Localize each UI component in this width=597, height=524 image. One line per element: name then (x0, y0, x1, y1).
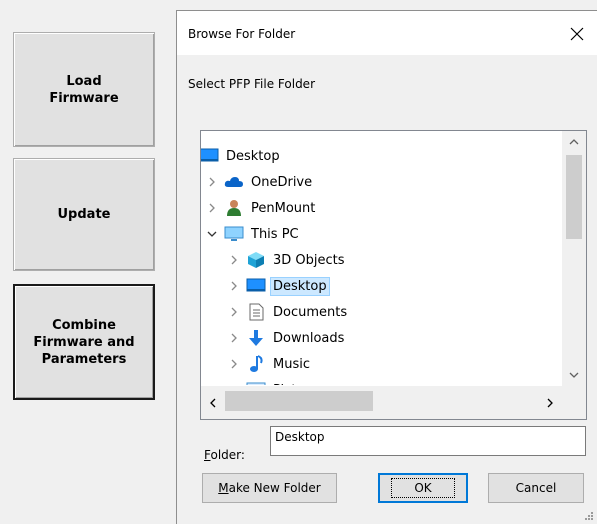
load-firmware-button[interactable]: Load Firmware (13, 32, 155, 147)
chevron-right-icon[interactable] (226, 382, 242, 385)
close-icon (570, 27, 584, 41)
folder-label: Folder: (204, 448, 245, 462)
scroll-up-button[interactable] (562, 131, 586, 153)
tree-item[interactable]: PenMount (204, 195, 318, 221)
tree-item-label: Pictures (270, 381, 327, 386)
dialog-titlebar: Browse For Folder (177, 11, 597, 55)
document-icon (246, 303, 266, 321)
pictures-icon (246, 381, 266, 385)
make-new-folder-accelerator: M (218, 481, 229, 495)
desktop-icon (246, 277, 266, 295)
tree-item-label: Desktop (226, 148, 280, 164)
tree-item-label: 3D Objects (273, 252, 345, 268)
chevron-left-icon (210, 398, 216, 407)
ok-label: OK (391, 478, 455, 498)
tree-item-label: Documents (273, 304, 348, 320)
horizontal-scroll-thumb[interactable] (225, 391, 373, 411)
tree-item[interactable]: Documents (226, 299, 350, 325)
chevron-right-icon[interactable] (226, 304, 242, 320)
tree-item[interactable]: Downloads (226, 325, 347, 351)
close-button[interactable] (557, 19, 597, 49)
computer-icon (224, 225, 244, 243)
tree-item-label: OneDrive (251, 174, 313, 190)
chevron-up-icon (569, 139, 579, 145)
chevron-right-icon (547, 398, 553, 407)
cloud-icon (224, 173, 244, 191)
chevron-right-icon[interactable] (226, 330, 242, 346)
chevron-right-icon[interactable] (204, 200, 220, 216)
combine-firmware-parameters-button[interactable]: Combine Firmware and Parameters (13, 284, 155, 400)
tree-item[interactable]: 3D Objects (226, 247, 348, 273)
chevron-down-icon[interactable] (204, 226, 220, 242)
chevron-right-icon[interactable] (226, 356, 242, 372)
user-icon (224, 199, 244, 217)
folder-label-text: older: (210, 448, 245, 462)
chevron-right-icon[interactable] (226, 278, 242, 294)
horizontal-scrollbar[interactable] (201, 386, 562, 419)
vertical-scrollbar[interactable] (562, 131, 586, 386)
ok-button[interactable]: OK (378, 473, 468, 503)
tree-item-label: This PC (251, 226, 299, 242)
cancel-button[interactable]: Cancel (488, 473, 584, 503)
tree-item[interactable]: OneDrive (204, 169, 315, 195)
update-button[interactable]: Update (13, 158, 155, 271)
make-new-folder-button[interactable]: Make New Folder (202, 473, 337, 503)
chevron-right-icon[interactable] (226, 252, 242, 268)
vertical-scroll-thumb[interactable] (566, 155, 582, 239)
folder-input[interactable] (270, 426, 586, 456)
download-icon (246, 329, 266, 347)
browse-for-folder-dialog: Browse For Folder Select PFP File Folder… (176, 10, 597, 524)
tree-item[interactable]: Desktop (226, 273, 330, 299)
music-icon (246, 355, 266, 373)
scrollbar-corner (562, 386, 586, 419)
scroll-left-button[interactable] (201, 386, 225, 419)
tree-item-label: PenMount (251, 200, 316, 216)
dialog-instruction: Select PFP File Folder (188, 77, 316, 91)
dialog-title: Browse For Folder (188, 27, 296, 41)
chevron-down-icon (569, 372, 579, 378)
resize-grip-icon[interactable] (583, 510, 593, 520)
tree-item-label: Downloads (273, 330, 345, 346)
scroll-right-button[interactable] (538, 386, 562, 419)
tree-item[interactable]: Desktop (201, 143, 283, 169)
desktop-icon (201, 147, 219, 165)
chevron-right-icon[interactable] (204, 174, 220, 190)
scroll-down-button[interactable] (562, 364, 586, 386)
folder-tree[interactable]: Desktop OneDrive PenMount This PC 3D Objects… (200, 130, 587, 420)
tree-item[interactable]: Pictures (226, 377, 327, 385)
tree-item-label: Music (273, 356, 310, 372)
tree-item[interactable]: This PC (204, 221, 302, 247)
folder-tree-items: Desktop OneDrive PenMount This PC 3D Objects… (201, 131, 562, 385)
tree-item-label: Desktop (270, 276, 330, 296)
tree-item[interactable]: Music (226, 351, 313, 377)
make-new-folder-label: ake New Folder (228, 481, 321, 495)
cube-icon (246, 251, 266, 269)
